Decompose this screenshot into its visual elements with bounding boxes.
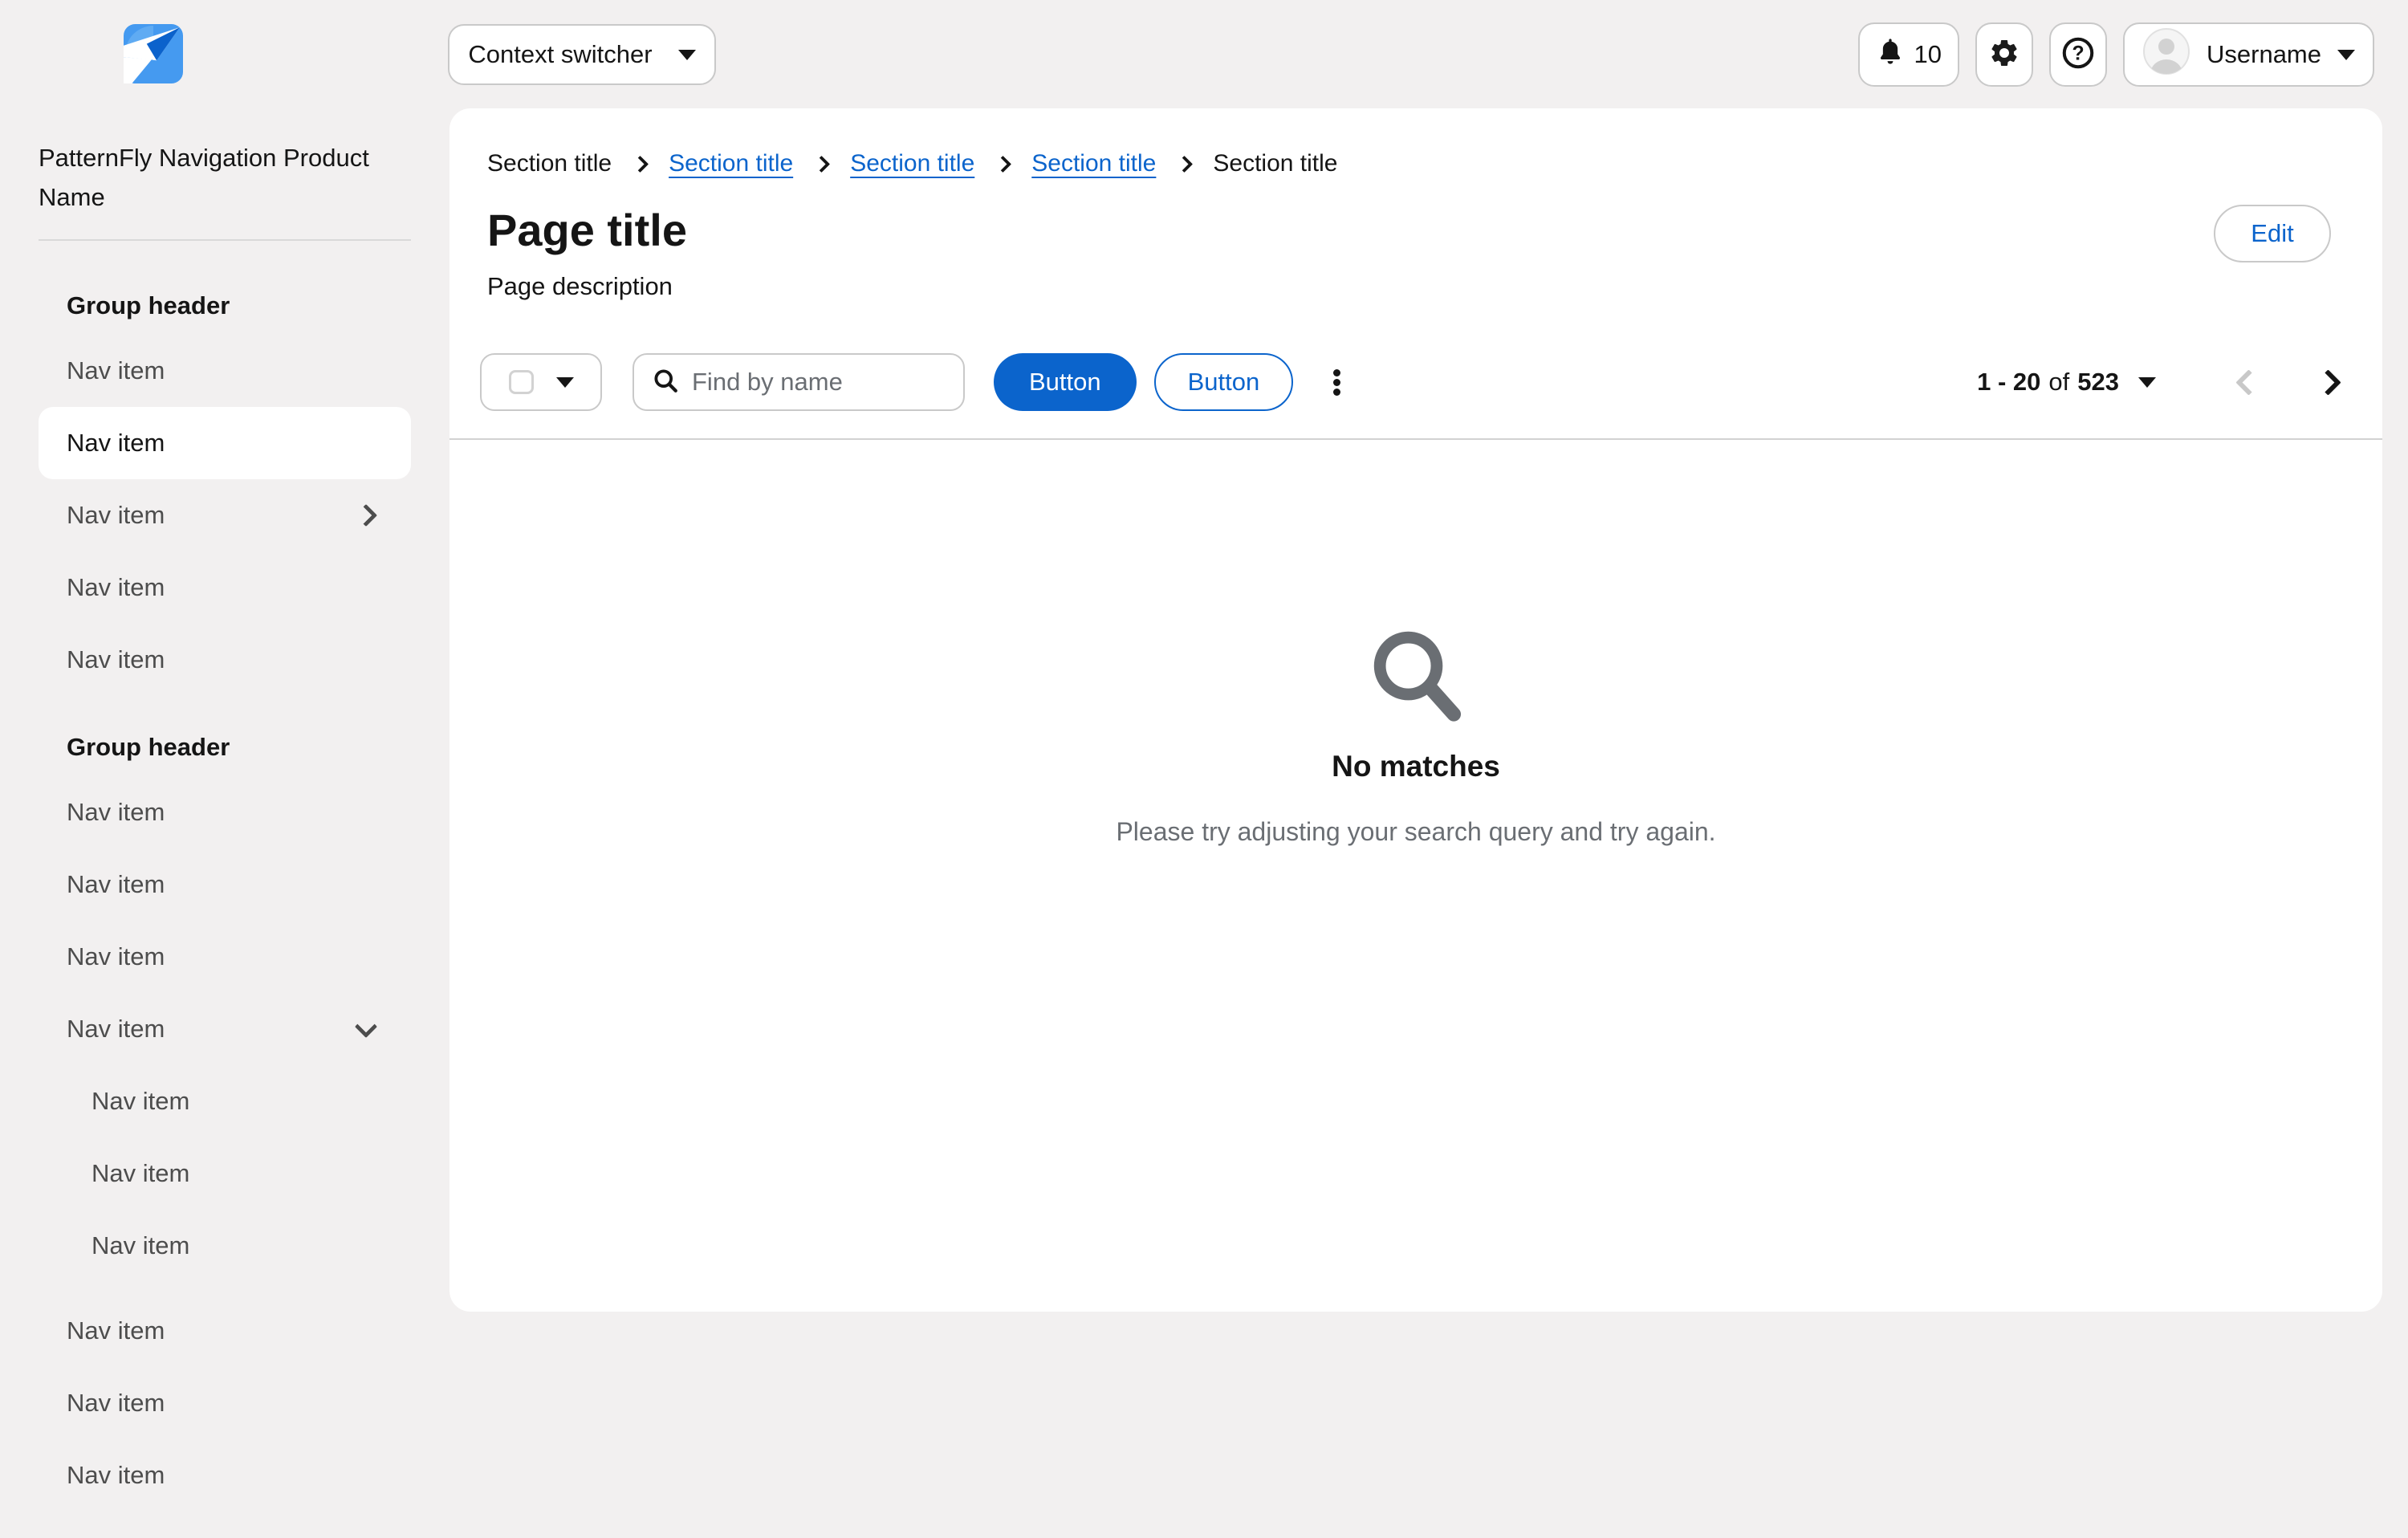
breadcrumb-separator-icon xyxy=(995,155,1011,172)
nav-item-label: Nav item xyxy=(67,1461,165,1490)
chevron-down-icon xyxy=(355,1015,377,1038)
breadcrumb-item: Section title xyxy=(1213,150,1337,177)
context-switcher[interactable]: Context switcher xyxy=(448,24,716,85)
nav-item[interactable]: Nav item xyxy=(39,993,411,1065)
nav-item-label: Nav item xyxy=(92,1231,189,1260)
empty-state: No matches Please try adjusting your sea… xyxy=(449,625,2382,847)
pagination-of-label: of xyxy=(2048,368,2069,397)
primary-button[interactable]: Button xyxy=(994,353,1137,411)
empty-state-title: No matches xyxy=(1332,750,1500,783)
page-title: Page title xyxy=(487,203,687,257)
pagination-prev-button[interactable] xyxy=(2235,369,2262,396)
pagination-range: 1 - 20 xyxy=(1977,368,2040,397)
nav-item[interactable]: Nav item xyxy=(39,776,411,848)
nav-item[interactable]: Nav item xyxy=(39,335,411,407)
sidebar-nav: Group header Nav item Nav item Nav item Nav … xyxy=(19,277,411,1512)
nav-item-label: Nav item xyxy=(67,501,165,530)
gear-icon xyxy=(1988,37,2020,73)
help-icon: ? xyxy=(2060,35,2096,75)
content-card: Section title Section title Section title S… xyxy=(449,108,2382,1312)
caret-down-icon xyxy=(2337,50,2355,60)
nav-item-label: Nav item xyxy=(67,645,165,674)
nav-item-label: Nav item xyxy=(67,573,165,602)
nav-item[interactable]: Nav item xyxy=(39,1295,411,1367)
bell-icon xyxy=(1876,36,1905,73)
nav-item-label: Nav item xyxy=(67,429,165,458)
nav-item[interactable]: Nav item xyxy=(39,624,411,696)
nav-item[interactable]: Nav item xyxy=(39,1367,411,1439)
username-label: Username xyxy=(2207,40,2321,69)
masthead-actions: 10 ? xyxy=(1858,22,2374,87)
context-switcher-label: Context switcher xyxy=(468,40,652,69)
bulk-select-checkbox[interactable] xyxy=(509,370,534,394)
notification-count: 10 xyxy=(1914,40,1942,69)
magnifier-empty-icon xyxy=(1369,625,1463,726)
breadcrumb-separator-icon xyxy=(632,155,649,172)
nav-item-label: Nav item xyxy=(67,1389,165,1418)
nav-item-label: Nav item xyxy=(67,1015,165,1044)
search-box xyxy=(633,353,965,411)
search-icon xyxy=(652,367,679,398)
nav-item[interactable]: Nav item xyxy=(39,921,411,993)
toolbar-divider xyxy=(449,438,2382,440)
nav-item-label: Nav item xyxy=(67,798,165,827)
nav-item[interactable]: Nav item xyxy=(39,848,411,921)
notifications-button[interactable]: 10 xyxy=(1858,22,1959,87)
breadcrumb-separator-icon xyxy=(813,155,830,172)
masthead: Context switcher 10 ? xyxy=(0,0,2408,108)
secondary-button[interactable]: Button xyxy=(1154,353,1294,411)
caret-down-icon xyxy=(678,50,696,60)
nav-item-label: Nav item xyxy=(67,356,165,385)
nav-item-label: Nav item xyxy=(67,870,165,899)
nav-subitem[interactable]: Nav item xyxy=(39,1137,411,1210)
nav-group-header: Group header xyxy=(39,718,411,776)
empty-state-description: Please try adjusting your search query a… xyxy=(1116,817,1715,847)
pagination-next-button[interactable] xyxy=(2315,369,2341,396)
kebab-icon xyxy=(1333,369,1340,396)
toolbar: Button Button 1 - 20 of 523 xyxy=(480,353,2350,411)
nav-item[interactable]: Nav item xyxy=(39,479,411,551)
kebab-menu-button[interactable] xyxy=(1328,364,1345,401)
bulk-select-dropdown[interactable] xyxy=(480,353,602,411)
nav-item-label: Nav item xyxy=(92,1159,189,1188)
brand-logo xyxy=(124,24,183,83)
nav-item[interactable]: Nav item xyxy=(39,407,411,479)
breadcrumb-item: Section title xyxy=(487,150,612,177)
edit-button[interactable]: Edit xyxy=(2214,205,2331,262)
help-button[interactable]: ? xyxy=(2049,22,2107,87)
nav-subitem[interactable]: Nav item xyxy=(39,1210,411,1282)
pagination-menu-toggle[interactable] xyxy=(2138,377,2156,388)
sidebar-product-title: PatternFly Navigation Product Name xyxy=(39,138,384,217)
avatar xyxy=(2142,27,2190,82)
caret-down-icon xyxy=(556,377,574,388)
nav-toggle-button[interactable] xyxy=(51,47,90,84)
pagination-total: 523 xyxy=(2077,368,2119,397)
nav-item-label: Nav item xyxy=(67,1316,165,1345)
user-menu[interactable]: Username xyxy=(2123,22,2374,87)
nav-item-label: Nav item xyxy=(92,1087,189,1116)
pagination: 1 - 20 of 523 xyxy=(1977,368,2350,397)
svg-text:?: ? xyxy=(2072,43,2084,64)
nav-item-label: Nav item xyxy=(67,942,165,971)
breadcrumb-link[interactable]: Section title xyxy=(1031,150,1156,177)
breadcrumb-link[interactable]: Section title xyxy=(669,150,793,177)
nav-group-header: Group header xyxy=(39,277,411,335)
nav-item[interactable]: Nav item xyxy=(39,1439,411,1512)
nav-item[interactable]: Nav item xyxy=(39,551,411,624)
breadcrumb: Section title Section title Section title S… xyxy=(487,150,1337,177)
breadcrumb-link[interactable]: Section title xyxy=(850,150,974,177)
page-description: Page description xyxy=(487,271,673,302)
sidebar-divider xyxy=(39,239,411,241)
nav-subitem[interactable]: Nav item xyxy=(39,1065,411,1137)
search-input[interactable] xyxy=(690,367,946,397)
chevron-right-icon xyxy=(355,504,377,527)
breadcrumb-separator-icon xyxy=(1176,155,1193,172)
settings-button[interactable] xyxy=(1975,22,2033,87)
